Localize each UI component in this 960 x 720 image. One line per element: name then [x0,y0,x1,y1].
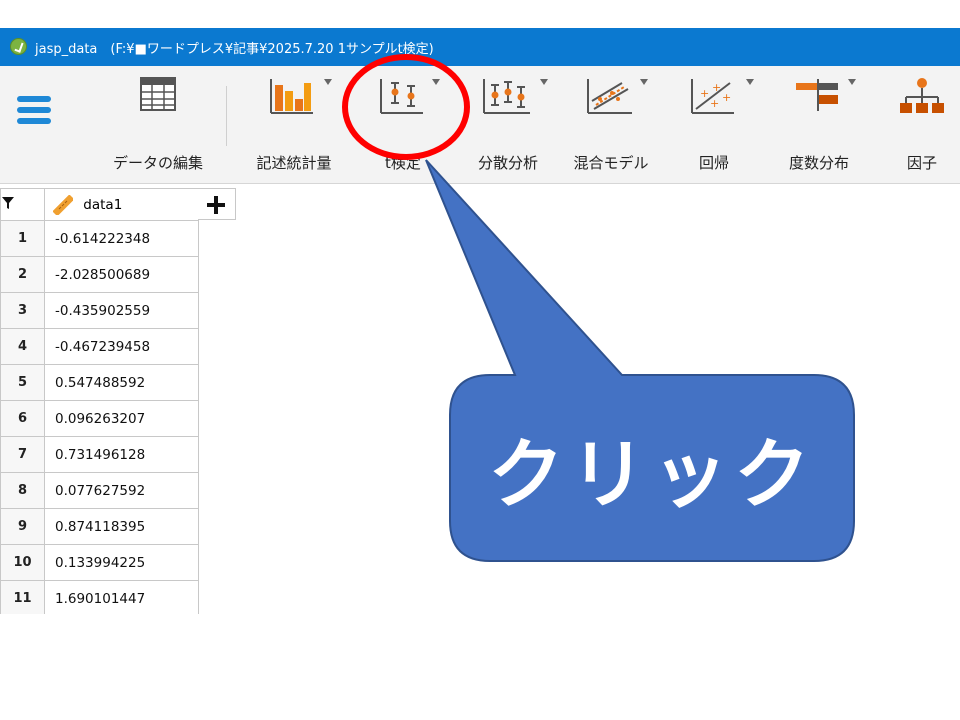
chevron-down-icon [324,79,332,85]
row-number[interactable]: 8 [0,472,45,509]
filter-icon [2,196,14,209]
jasp-logo-icon [10,38,27,55]
toolbar-separator [226,86,227,146]
hamburger-menu-icon[interactable] [17,96,51,128]
row-number[interactable]: 2 [0,256,45,293]
chevron-down-icon [540,79,548,85]
table-row: 10 0.133994225 [0,544,199,581]
anova-icon [483,79,530,114]
table-row: 6 0.096263207 [0,400,199,437]
svg-text:+: + [722,91,731,104]
table-row: 7 0.731496128 [0,436,199,473]
descriptives-button[interactable]: 記述統計量 [244,66,344,184]
svg-text:+: + [700,87,709,100]
cell-value[interactable]: -2.028500689 [44,256,199,293]
row-number[interactable]: 6 [0,400,45,437]
cell-value[interactable]: -0.435902559 [44,292,199,329]
row-number[interactable]: 10 [0,544,45,581]
cell-value[interactable]: -0.614222348 [44,220,199,257]
descriptives-label: 記述統計量 [256,154,332,172]
data-grid: data1 1 -0.614222348 2 -2.028500689 3 -0.4359… [0,188,199,614]
ttest-label: t検定 [385,154,421,172]
anova-button[interactable]: 分散分析 [464,66,552,184]
spreadsheet-icon [140,77,176,111]
cell-value[interactable]: 0.731496128 [44,436,199,473]
title-bar: jasp_data (F:¥■ワードプレス¥記事¥2025.7.20 1サンプル… [0,28,960,66]
cell-value[interactable]: 0.547488592 [44,364,199,401]
row-number[interactable]: 9 [0,508,45,545]
anova-label: 分散分析 [477,154,538,172]
factor-icon [900,78,944,113]
edit-data-button[interactable]: データの編集 [102,66,214,184]
table-row: 3 -0.435902559 [0,292,199,329]
add-column-button[interactable] [198,188,236,220]
row-number[interactable]: 7 [0,436,45,473]
regression-label: 回帰 [698,154,729,172]
chevron-down-icon [746,79,754,85]
mixed-model-icon [587,79,632,114]
row-number[interactable]: 5 [0,364,45,401]
cell-value[interactable]: 0.077627592 [44,472,199,509]
bar-chart-icon [270,79,313,114]
row-number[interactable]: 1 [0,220,45,257]
cell-value[interactable]: 1.690101447 [44,580,199,614]
row-number[interactable]: 3 [0,292,45,329]
factor-label: 因子 [906,154,937,172]
column-name: data1 [83,196,123,213]
ruler-scale-icon [52,193,75,216]
regression-button[interactable]: + + + + 回帰 [676,66,754,184]
table-row: 4 -0.467239458 [0,328,199,365]
frequencies-button[interactable]: 度数分布 [776,66,862,184]
row-number[interactable]: 11 [0,580,45,614]
cell-value[interactable]: 0.096263207 [44,400,199,437]
svg-text:+: + [712,81,721,94]
table-row: 1 -0.614222348 [0,220,199,257]
cell-value[interactable]: -0.467239458 [44,328,199,365]
table-row: 5 0.547488592 [0,364,199,401]
regression-icon: + + + + [691,79,734,114]
table-row: 2 -2.028500689 [0,256,199,293]
mixed-models-button[interactable]: 混合モデル [566,66,656,184]
table-row: 11 1.690101447 [0,580,199,614]
frequencies-icon [796,79,838,111]
window-title: jasp_data (F:¥■ワードプレス¥記事¥2025.7.20 1サンプル… [35,42,434,57]
mixed-models-label: 混合モデル [573,154,649,172]
grid-header-row: data1 [0,188,199,221]
cell-value[interactable]: 0.133994225 [44,544,199,581]
ttest-button[interactable]: t検定 [358,66,448,184]
ttest-icon [380,79,423,114]
chevron-down-icon [640,79,648,85]
edit-data-label: データの編集 [112,154,203,172]
cell-value[interactable]: 0.874118395 [44,508,199,545]
frequencies-label: 度数分布 [788,154,849,172]
row-number[interactable]: 4 [0,328,45,365]
table-row: 8 0.077627592 [0,472,199,509]
column-header-data1[interactable]: data1 [44,188,199,221]
ribbon-toolbar: データの編集 記述統計量 t検定 分散分析 混合モデル + + + + 回帰 度… [0,66,960,184]
table-row: 9 0.874118395 [0,508,199,545]
chevron-down-icon [432,79,440,85]
chevron-down-icon [848,79,856,85]
svg-text:+: + [710,97,719,110]
callout-text: クリック [488,430,816,519]
factor-button[interactable]: 因子 [884,66,960,184]
filter-button[interactable] [0,188,45,221]
